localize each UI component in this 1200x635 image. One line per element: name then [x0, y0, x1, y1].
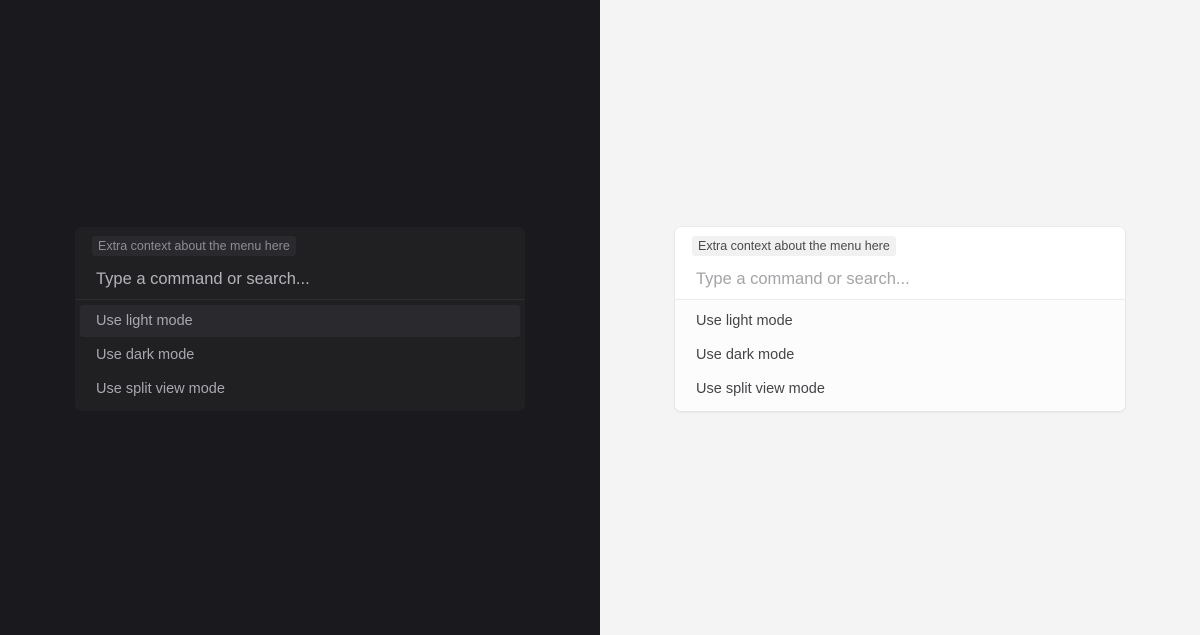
light-mode-pane: Extra context about the menu here Use li… — [600, 0, 1200, 635]
menu-item-split-view-mode[interactable]: Use split view mode — [680, 373, 1120, 405]
context-badge: Extra context about the menu here — [92, 236, 296, 256]
menu-item-dark-mode[interactable]: Use dark mode — [680, 339, 1120, 371]
command-search-input[interactable] — [692, 268, 1108, 290]
command-list: Use light mode Use dark mode Use split v… — [75, 300, 525, 411]
menu-item-split-view-mode[interactable]: Use split view mode — [80, 373, 520, 405]
menu-item-light-mode[interactable]: Use light mode — [80, 305, 520, 337]
command-menu-dark: Extra context about the menu here Use li… — [75, 227, 525, 411]
command-search-input[interactable] — [92, 268, 508, 290]
command-list: Use light mode Use dark mode Use split v… — [675, 300, 1125, 411]
command-menu-header: Extra context about the menu here — [675, 227, 1125, 300]
dark-mode-pane: Extra context about the menu here Use li… — [0, 0, 600, 635]
menu-item-light-mode[interactable]: Use light mode — [680, 305, 1120, 337]
command-menu-light: Extra context about the menu here Use li… — [675, 227, 1125, 411]
menu-item-dark-mode[interactable]: Use dark mode — [80, 339, 520, 371]
context-badge: Extra context about the menu here — [692, 236, 896, 256]
split-view: Extra context about the menu here Use li… — [0, 0, 1200, 635]
command-menu-header: Extra context about the menu here — [75, 227, 525, 300]
